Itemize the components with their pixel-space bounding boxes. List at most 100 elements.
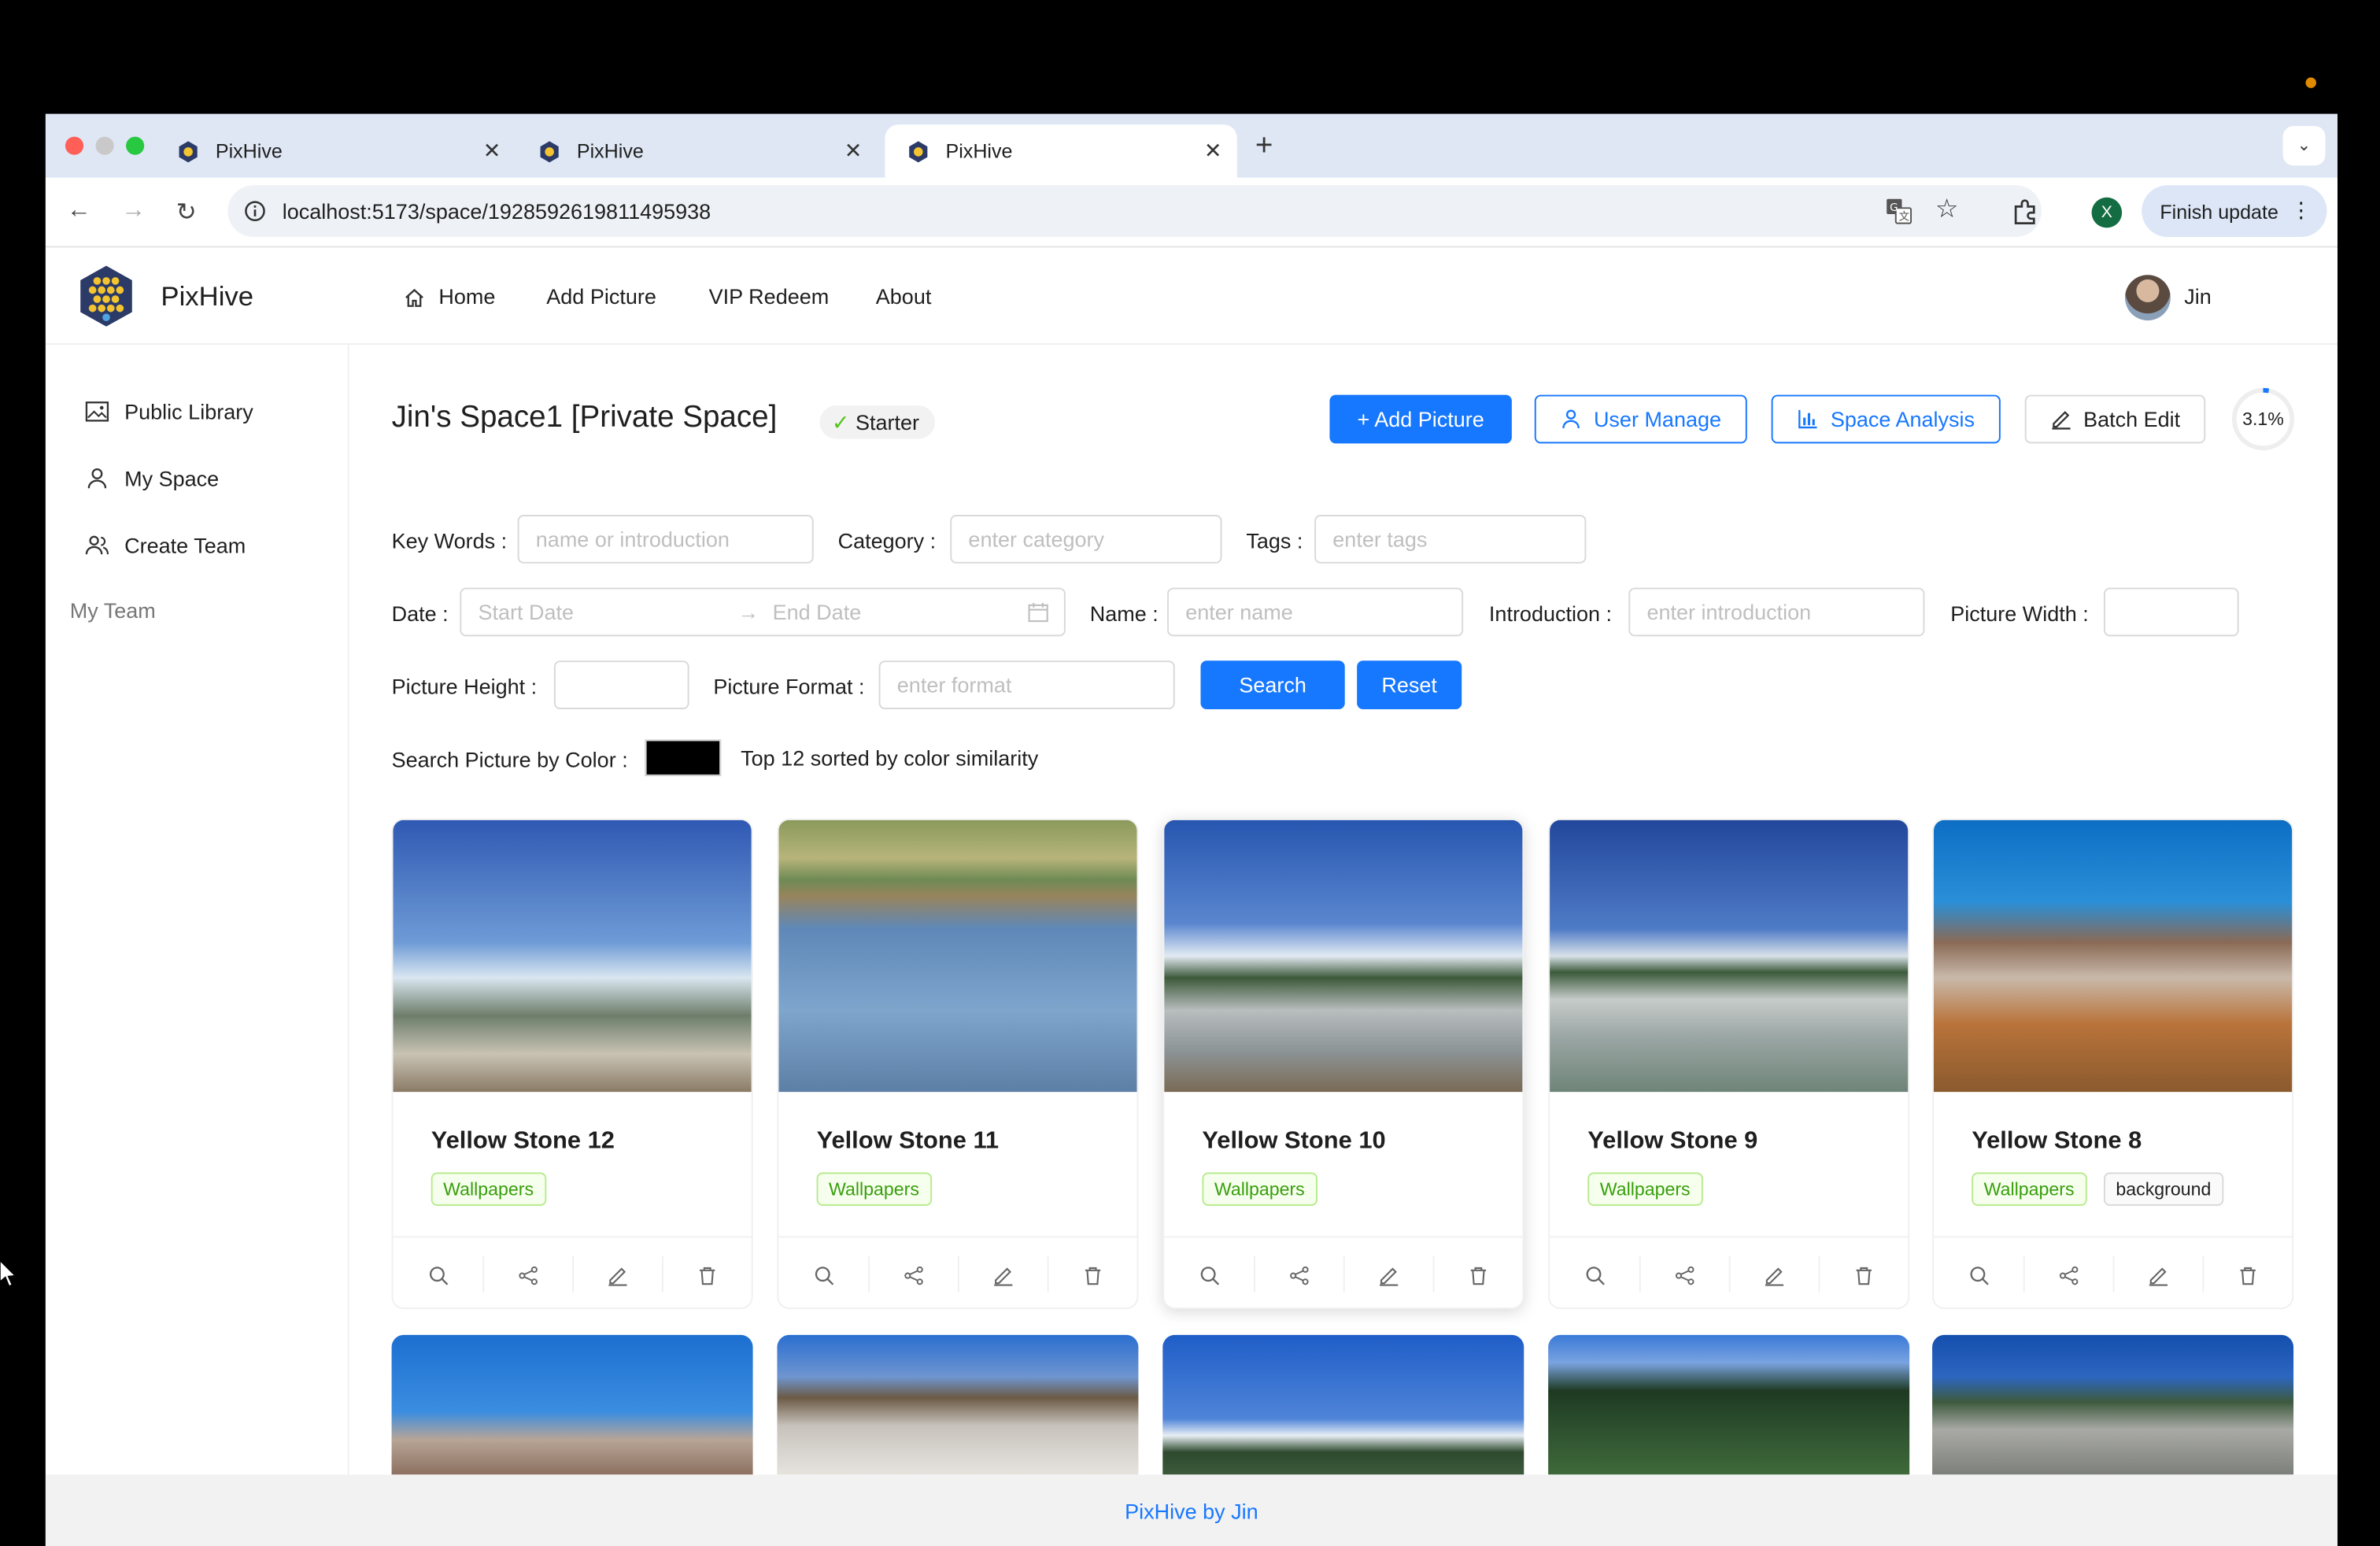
reset-button[interactable]: Reset: [1357, 660, 1462, 709]
app-name[interactable]: PixHive: [161, 281, 253, 313]
picture-width-input[interactable]: [2103, 587, 2239, 637]
sidebar-item-my-space[interactable]: My Space: [85, 466, 219, 490]
picture-card[interactable]: Yellow Stone 8 Wallpapers background: [1932, 818, 2294, 1310]
picture-card-thumbnail[interactable]: [391, 1334, 753, 1475]
search-icon[interactable]: [778, 1260, 868, 1291]
edit-icon[interactable]: [1343, 1260, 1433, 1291]
delete-icon[interactable]: [1048, 1260, 1137, 1291]
tab-bar: PixHive ✕ PixHive ✕ PixHive ✕ + ⌄: [45, 113, 2338, 178]
picture-thumbnail[interactable]: [393, 819, 752, 1093]
picture-card-thumbnail[interactable]: [777, 1334, 1139, 1475]
close-tab-icon[interactable]: ✕: [844, 139, 863, 165]
picture-card-thumbnail[interactable]: [1548, 1334, 1910, 1475]
edit-icon[interactable]: [1729, 1260, 1819, 1291]
recording-indicator-icon: [2305, 77, 2316, 88]
user-avatar[interactable]: [2124, 275, 2171, 321]
picture-height-input[interactable]: [553, 660, 689, 709]
space-analysis-button[interactable]: Space Analysis: [1771, 394, 2001, 444]
picture-thumbnail[interactable]: [1550, 819, 1909, 1093]
forward-arrow-icon[interactable]: →: [121, 198, 146, 225]
maximize-window-button[interactable]: [126, 136, 145, 155]
app-header: PixHive Home Add Picture VIP Redeem Abou…: [45, 247, 2338, 345]
pixhive-favicon-icon: [540, 140, 559, 162]
finish-update-button[interactable]: Finish update ⋮: [2142, 185, 2327, 237]
picture-format-input[interactable]: enter format: [878, 660, 1175, 709]
tags-input[interactable]: enter tags: [1314, 515, 1587, 564]
extensions-puzzle-icon[interactable]: [2011, 198, 2038, 225]
menu-home[interactable]: Home: [438, 284, 495, 309]
pixhive-favicon-icon: [909, 140, 928, 162]
menu-vip-redeem[interactable]: VIP Redeem: [709, 284, 830, 309]
tag-wallpapers: Wallpapers: [431, 1172, 546, 1206]
search-icon[interactable]: [393, 1260, 482, 1291]
sidebar-item-create-team[interactable]: Create Team: [85, 533, 246, 557]
delete-icon[interactable]: [2202, 1260, 2292, 1291]
user-name[interactable]: Jin: [2184, 284, 2212, 309]
category-label: Category :: [837, 528, 937, 553]
close-tab-icon[interactable]: ✕: [483, 139, 501, 165]
batch-edit-button[interactable]: Batch Edit: [2024, 394, 2206, 444]
name-input[interactable]: enter name: [1167, 587, 1464, 637]
browser-tab-1[interactable]: PixHive ✕: [155, 124, 516, 178]
introduction-label: Introduction :: [1488, 601, 1613, 626]
picture-card-thumbnail[interactable]: [1932, 1334, 2294, 1475]
footer-link[interactable]: PixHive by Jin: [1125, 1499, 1258, 1523]
kebab-menu-icon[interactable]: ⋮: [2290, 198, 2312, 224]
picture-card[interactable]: Yellow Stone 11 Wallpapers: [777, 818, 1139, 1310]
card-actions: [778, 1236, 1137, 1307]
start-date-input[interactable]: Start Date: [478, 600, 574, 624]
sidebar-item-public-library[interactable]: Public Library: [85, 399, 253, 423]
search-icon[interactable]: [1164, 1260, 1254, 1291]
search-icon[interactable]: [1934, 1260, 2023, 1291]
picture-card[interactable]: Yellow Stone 10 Wallpapers: [1162, 818, 1524, 1310]
introduction-input[interactable]: enter introduction: [1628, 587, 1925, 637]
back-arrow-icon[interactable]: ←: [67, 198, 91, 225]
browser-tab-3-active[interactable]: PixHive ✕: [885, 124, 1237, 178]
site-info-icon[interactable]: [244, 201, 265, 222]
picture-card[interactable]: Yellow Stone 9 Wallpapers: [1548, 818, 1910, 1310]
add-picture-button[interactable]: + Add Picture: [1329, 394, 1512, 444]
team-icon: [85, 535, 109, 555]
picture-card-thumbnail[interactable]: [1162, 1334, 1524, 1475]
picture-thumbnail[interactable]: [1164, 819, 1523, 1093]
picture-thumbnail[interactable]: [1933, 819, 2293, 1093]
share-icon[interactable]: [2023, 1260, 2113, 1291]
tab-search-chevron-icon[interactable]: ⌄: [2282, 126, 2326, 166]
color-picker-swatch[interactable]: [645, 739, 722, 776]
share-icon[interactable]: [1639, 1260, 1729, 1291]
reload-icon[interactable]: ↻: [176, 198, 197, 228]
keywords-input[interactable]: name or introduction: [517, 515, 814, 564]
edit-icon[interactable]: [958, 1260, 1048, 1291]
date-range-picker[interactable]: Start Date → End Date: [460, 587, 1066, 637]
edit-icon[interactable]: [572, 1260, 662, 1291]
translate-icon[interactable]: G文: [1885, 198, 1913, 225]
search-button[interactable]: Search: [1200, 660, 1345, 709]
menu-add-picture[interactable]: Add Picture: [546, 284, 656, 309]
edit-icon[interactable]: [2113, 1260, 2203, 1291]
share-icon[interactable]: [1254, 1260, 1343, 1291]
delete-icon[interactable]: [1433, 1260, 1523, 1291]
sidebar-section-my-team[interactable]: My Team: [70, 598, 156, 623]
menu-about[interactable]: About: [876, 284, 932, 309]
bookmark-star-icon[interactable]: ☆: [1935, 194, 1958, 225]
share-icon[interactable]: [482, 1260, 572, 1291]
end-date-input[interactable]: End Date: [773, 600, 862, 624]
minimize-window-button[interactable]: [95, 136, 114, 155]
sprout-icon: ✓: [831, 409, 850, 435]
pixhive-logo-icon[interactable]: [76, 263, 136, 330]
picture-card[interactable]: Yellow Stone 12 Wallpapers: [391, 818, 753, 1310]
new-tab-button[interactable]: +: [1255, 129, 1273, 164]
search-icon[interactable]: [1550, 1260, 1639, 1291]
browser-tab-2[interactable]: PixHive ✕: [516, 124, 878, 178]
share-icon[interactable]: [868, 1260, 958, 1291]
category-input[interactable]: enter category: [950, 515, 1222, 564]
user-manage-button[interactable]: User Manage: [1534, 394, 1747, 444]
delete-icon[interactable]: [662, 1260, 752, 1291]
picture-thumbnail[interactable]: [778, 819, 1137, 1093]
delete-icon[interactable]: [1818, 1260, 1908, 1291]
address-bar[interactable]: localhost:5173/space/1928592619811495938…: [227, 185, 2042, 237]
keywords-label: Key Words :: [391, 528, 508, 553]
close-tab-icon[interactable]: ✕: [1204, 139, 1222, 165]
close-window-button[interactable]: [65, 136, 84, 155]
profile-avatar[interactable]: X: [2091, 197, 2123, 228]
